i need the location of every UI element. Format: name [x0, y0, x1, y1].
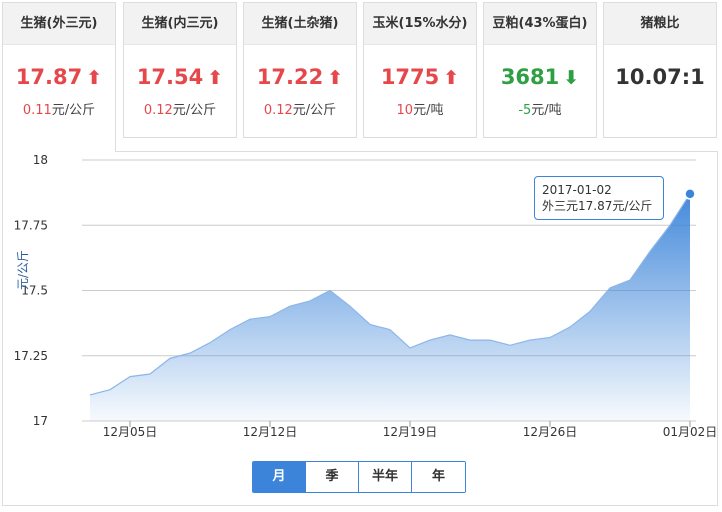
chart-tooltip: 2017-01-02 外三元17.87元/公斤 [534, 176, 664, 220]
data-point [609, 286, 612, 289]
data-point [369, 323, 372, 326]
data-point [409, 346, 412, 349]
y-tick-label: 17.25 [14, 349, 48, 363]
data-point [569, 326, 572, 329]
highlighted-data-point [684, 188, 696, 200]
data-point [149, 373, 152, 376]
y-tick-label: 18 [33, 153, 48, 167]
series-area [90, 193, 690, 421]
data-point [469, 339, 472, 342]
y-tick-label: 17.75 [14, 218, 48, 232]
tab-half-year[interactable]: 半年 [359, 462, 412, 492]
data-point [309, 299, 312, 302]
data-point [669, 224, 672, 227]
data-point [329, 289, 332, 292]
data-point [349, 305, 352, 308]
data-point [89, 393, 92, 396]
data-point [129, 375, 132, 378]
data-point [629, 279, 632, 282]
data-point [209, 341, 212, 344]
x-tick-label: 12月12日 [243, 425, 298, 439]
data-point [189, 352, 192, 355]
data-point [649, 250, 652, 253]
data-point [389, 328, 392, 331]
range-tabs: 月 季 半年 年 [252, 461, 466, 493]
y-axis-label: 元/公斤 [16, 249, 30, 290]
data-point [449, 333, 452, 336]
x-tick-label: 01月02日 [663, 425, 718, 439]
price-area-chart: 1717.2517.517.751812月05日 12月12日 12月19日 12月2… [14, 153, 718, 439]
x-tick-label: 12月05日 [103, 425, 158, 439]
data-point [489, 339, 492, 342]
data-point [169, 357, 172, 360]
data-point [269, 315, 272, 318]
tab-quarter[interactable]: 季 [306, 462, 359, 492]
y-tick-label: 17 [33, 414, 48, 428]
data-point [249, 318, 252, 321]
data-point [589, 310, 592, 313]
x-tick-label: 12月19日 [383, 425, 438, 439]
data-point [529, 339, 532, 342]
tab-year[interactable]: 年 [412, 462, 465, 492]
tooltip-text: 外三元17.87元/公斤 [542, 199, 653, 213]
data-point [109, 388, 112, 391]
tooltip-date: 2017-01-02 [542, 183, 612, 197]
data-point [229, 328, 232, 331]
data-point [509, 344, 512, 347]
tab-month[interactable]: 月 [253, 462, 306, 492]
data-point [289, 305, 292, 308]
data-point [429, 339, 432, 342]
data-point [549, 336, 552, 339]
x-tick-label: 12月26日 [523, 425, 578, 439]
